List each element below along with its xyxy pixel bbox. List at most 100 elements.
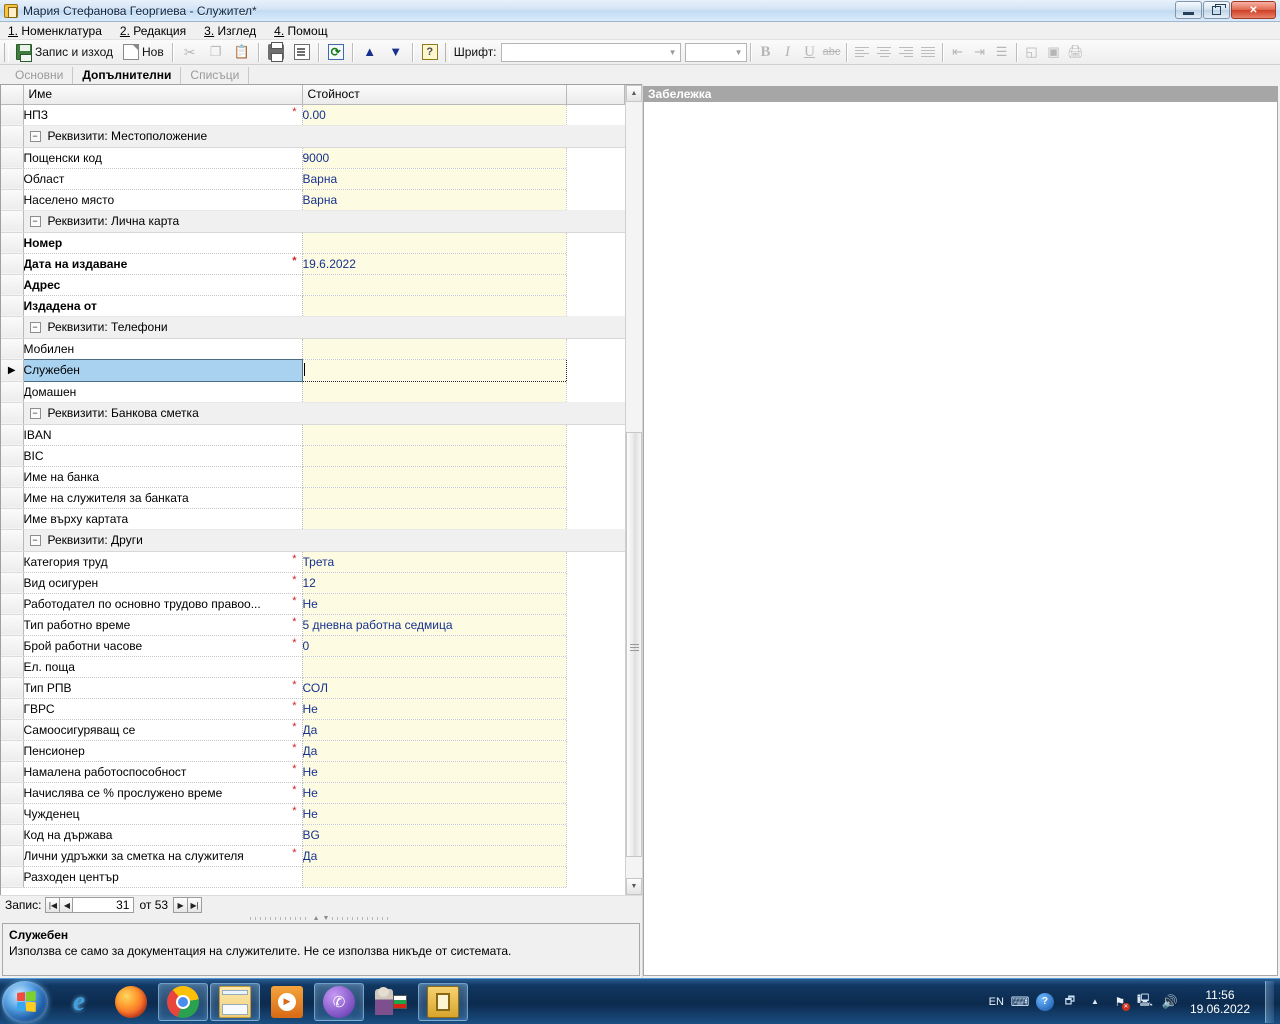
table-row[interactable]: Адрес [1, 274, 625, 296]
table-row[interactable]: Област Варна [1, 168, 625, 190]
table-row[interactable]: Тип работно време * 5 дневна работна седми… [1, 614, 625, 636]
splitter-up-icon[interactable]: ▲ [313, 915, 320, 922]
row-selector-cell[interactable] [1, 761, 24, 783]
last-record-button[interactable]: ▶| [187, 897, 203, 913]
row-selector-cell[interactable] [1, 698, 24, 720]
action-center-icon[interactable]: 🖳 [1136, 993, 1154, 1011]
field-name-cell[interactable]: Населено място [23, 189, 303, 211]
table-row[interactable]: Име на банка [1, 466, 625, 488]
field-value-cell[interactable]: Не [302, 698, 567, 720]
field-name-cell[interactable]: Разходен център [23, 866, 303, 888]
row-selector-cell[interactable] [1, 424, 24, 446]
help-button[interactable]: ? [417, 42, 443, 63]
field-value-cell[interactable] [302, 508, 567, 530]
field-value-cell[interactable] [302, 232, 567, 254]
restore-button[interactable] [1203, 1, 1230, 19]
toolbar-grip[interactable] [444, 42, 450, 62]
field-name-cell[interactable]: Тип работно време * [23, 614, 303, 636]
field-name-cell[interactable]: ГВРС * [23, 698, 303, 720]
field-name-cell[interactable]: Ел. поща [23, 656, 303, 678]
table-row[interactable]: Категория труд * Трета [1, 551, 625, 573]
field-name-cell[interactable]: Начислява се % прослужено време * [23, 782, 303, 804]
justify-button[interactable] [917, 42, 939, 63]
record-number-input[interactable]: 31 [72, 897, 135, 913]
menu-item-nomenclature[interactable]: 1. Номенклатура [6, 23, 104, 39]
field-value-cell[interactable] [302, 656, 567, 678]
cut-button[interactable]: ✂ [177, 42, 203, 63]
menu-item-edit[interactable]: 2. Редакция [118, 23, 188, 39]
grid-vertical-scrollbar[interactable]: ▲ ▼ [625, 85, 642, 895]
row-selector-cell[interactable] [1, 189, 24, 211]
row-selector-cell[interactable] [1, 253, 24, 275]
keyboard-icon[interactable]: ⌨ [1011, 993, 1030, 1011]
italic-button[interactable]: I [777, 42, 799, 63]
row-selector-cell[interactable] [1, 338, 24, 360]
row-selector-cell[interactable] [1, 466, 24, 488]
field-name-cell[interactable]: Област [23, 168, 303, 190]
collapse-toggle-icon[interactable]: − [29, 130, 41, 142]
field-name-cell[interactable]: Брой работни часове * [23, 635, 303, 657]
table-row[interactable]: Номер [1, 232, 625, 254]
field-value-cell[interactable] [302, 295, 567, 317]
table-row[interactable]: Код на държава BG [1, 824, 625, 846]
print-color-button[interactable]: 🖨 [1065, 42, 1087, 63]
table-row[interactable]: Дата на издаване * 19.6.2022 [1, 253, 625, 275]
google-chrome-button[interactable] [158, 982, 208, 1021]
field-value-cell[interactable]: Не [302, 782, 567, 804]
field-value-cell[interactable]: Варна [302, 168, 567, 190]
field-name-cell[interactable]: Самоосигуряващ се * [23, 719, 303, 741]
field-name-cell[interactable]: Работодател по основно трудово правоо...… [23, 593, 303, 615]
field-name-cell[interactable]: Мобилен [23, 338, 303, 360]
indent-button[interactable]: ⇥ [969, 42, 991, 63]
field-value-cell[interactable]: 19.6.2022 [302, 253, 567, 275]
field-value-cell[interactable]: Да [302, 740, 567, 762]
new-button[interactable]: Нов [118, 42, 169, 63]
align-right-button[interactable] [895, 42, 917, 63]
bold-button[interactable]: B [755, 42, 777, 63]
splitter-down-icon[interactable]: ▼ [323, 915, 330, 922]
note-textarea[interactable] [643, 102, 1278, 976]
underline-button[interactable]: U [799, 42, 821, 63]
row-selector-cell[interactable] [1, 209, 24, 233]
field-name-cell[interactable]: НПЗ * [23, 104, 303, 126]
refresh-button[interactable]: ⟳ [323, 42, 349, 63]
viber-button[interactable]: ✆ [314, 982, 364, 1021]
tab-spisaci[interactable]: Списъци [181, 67, 250, 84]
field-name-cell[interactable]: Лични удръжки за сметка на служителя * [23, 845, 303, 867]
print-preview-button[interactable] [289, 42, 315, 63]
field-name-cell[interactable]: Име на служителя за банката [23, 487, 303, 509]
table-row[interactable]: НПЗ * 0.00 [1, 104, 625, 126]
align-center-button[interactable] [873, 42, 895, 63]
field-name-cell[interactable]: Пощенски код [23, 147, 303, 169]
row-selector-cell[interactable] [1, 168, 24, 190]
row-selector-cell[interactable] [1, 124, 24, 148]
scroll-down-button[interactable]: ▼ [626, 878, 642, 895]
field-value-cell[interactable]: 9000 [302, 147, 567, 169]
collapse-toggle-icon[interactable]: − [29, 407, 41, 419]
next-record-button[interactable]: ▶ [173, 897, 189, 913]
field-value-cell[interactable] [302, 338, 567, 360]
current-row-indicator[interactable]: ▶ [1, 359, 24, 382]
field-value-cell[interactable] [302, 424, 567, 446]
scrollbar-thumb[interactable] [626, 432, 642, 857]
field-name-cell[interactable]: Дата на издаване * [23, 253, 303, 275]
table-row[interactable]: Мобилен [1, 338, 625, 360]
table-row[interactable]: Лични удръжки за сметка на служителя * Да [1, 845, 625, 867]
row-selector-cell[interactable] [1, 104, 24, 126]
row-selector-cell[interactable] [1, 740, 24, 762]
field-name-cell[interactable]: Код на държава [23, 824, 303, 846]
table-row[interactable]: Тип РПВ * СОЛ [1, 677, 625, 699]
row-selector-cell[interactable] [1, 295, 24, 317]
payroll-app-button[interactable] [418, 982, 468, 1021]
collapse-toggle-icon[interactable]: − [29, 321, 41, 333]
table-row[interactable]: Намалена работоспособност * Не [1, 761, 625, 783]
field-value-cell[interactable]: Не [302, 803, 567, 825]
close-button[interactable]: ✕ [1231, 1, 1276, 19]
row-selector-cell[interactable] [1, 487, 24, 509]
network-error-icon[interactable]: ⚑ ✕ [1111, 993, 1130, 1011]
show-desktop-button[interactable] [1265, 980, 1274, 1023]
row-selector-cell[interactable] [1, 528, 24, 552]
field-value-cell[interactable]: 12 [302, 572, 567, 594]
first-record-button[interactable]: |◀ [45, 897, 61, 913]
field-name-cell[interactable]: Чужденец * [23, 803, 303, 825]
